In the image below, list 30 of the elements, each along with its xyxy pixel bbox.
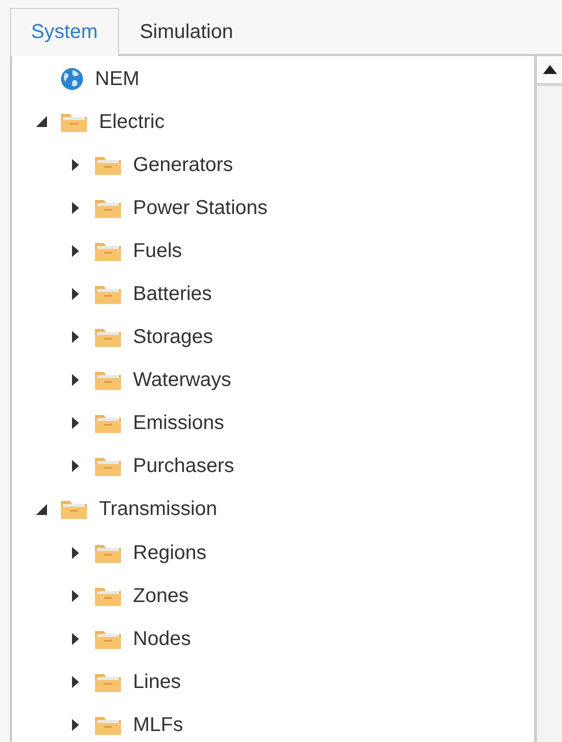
folder-icon	[94, 455, 122, 478]
folder-icon	[94, 326, 122, 348]
folder-icon	[94, 412, 122, 434]
tree-item[interactable]: MLFs	[133, 710, 183, 740]
folder-icon	[60, 498, 88, 520]
tree-item[interactable]: Fuels	[133, 236, 182, 266]
tree-item[interactable]: Transmission	[99, 494, 218, 524]
tree-item[interactable]: Purchasers	[133, 451, 234, 482]
tree-item[interactable]: Generators	[133, 150, 234, 180]
folder-icon	[94, 283, 122, 306]
collapse-toggle[interactable]	[34, 502, 48, 516]
tree-item[interactable]: Regions	[133, 538, 206, 568]
tab[interactable]: Simulation	[118, 8, 254, 54]
collapse-toggle[interactable]	[34, 114, 48, 129]
tree-item[interactable]: Power Stations	[133, 192, 268, 223]
tree-item[interactable]: Zones	[133, 580, 189, 611]
scrollbar[interactable]	[534, 56, 562, 742]
tree-item[interactable]: NEM	[95, 64, 140, 94]
up-arrow-icon	[542, 65, 556, 74]
tree-item[interactable]: Storages	[133, 322, 214, 352]
tab[interactable]: System	[10, 8, 119, 56]
tree-item[interactable]: Batteries	[133, 279, 212, 310]
tree-item[interactable]: Lines	[133, 666, 181, 697]
globe-icon	[60, 66, 84, 91]
tree-item[interactable]: Waterways	[133, 365, 232, 396]
tree-item[interactable]: Electric	[99, 106, 165, 137]
folder-icon	[94, 369, 122, 392]
scroll-up-button[interactable]	[537, 56, 562, 86]
tree-item[interactable]: Nodes	[133, 624, 191, 654]
tree-item[interactable]: Emissions	[133, 408, 224, 438]
